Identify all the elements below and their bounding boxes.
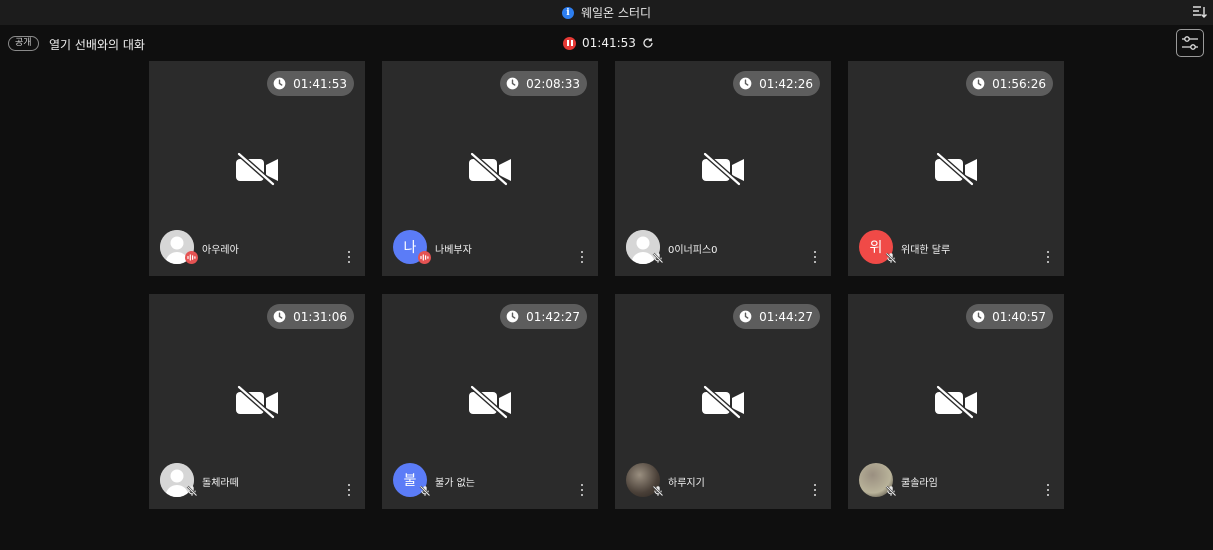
app-title-text: 웨일온 스터디 <box>580 6 652 20</box>
study-time: 01:40:57 <box>992 309 1046 324</box>
mic-muted-icon <box>652 252 663 263</box>
clock-icon <box>506 77 519 90</box>
study-time-pill: 02:08:33 <box>500 71 587 96</box>
more-vertical-icon[interactable] <box>812 250 818 264</box>
clock-icon <box>506 310 519 323</box>
muted-badge <box>884 251 897 264</box>
participant-tile[interactable]: 01:42:26 0이너피스0 <box>615 61 831 276</box>
app-title: i 웨일온 스터디 <box>561 4 652 21</box>
more-vertical-icon[interactable] <box>346 483 352 497</box>
speaking-icon <box>420 254 429 261</box>
participant-tile[interactable]: 02:08:33 나 나베부자 <box>382 61 598 276</box>
more-vertical-icon[interactable] <box>579 483 585 497</box>
participant-name: 0이너피스0 <box>668 245 718 256</box>
info-icon[interactable]: i <box>561 6 574 19</box>
participant-name: 아우레아 <box>202 245 239 256</box>
mic-muted-icon <box>652 485 663 496</box>
study-time: 01:44:27 <box>759 309 813 324</box>
study-time: 02:08:33 <box>526 76 580 91</box>
camera-off-icon <box>935 385 977 419</box>
mic-muted-icon <box>885 252 896 263</box>
participant-name: 불가 없는 <box>435 478 475 489</box>
study-time: 01:56:26 <box>992 76 1046 91</box>
more-vertical-icon[interactable] <box>1045 250 1051 264</box>
study-time-pill: 01:41:53 <box>267 71 354 96</box>
camera-off-icon <box>469 385 511 419</box>
study-time: 01:42:26 <box>759 76 813 91</box>
muted-badge <box>185 484 198 497</box>
clock-icon <box>739 310 752 323</box>
participant-tile[interactable]: 01:41:53 아우레아 <box>149 61 365 276</box>
study-time-pill: 01:56:26 <box>966 71 1053 96</box>
study-time: 01:31:06 <box>293 309 347 324</box>
public-badge: 공개 <box>8 36 39 51</box>
participant-name: 쿨솔라임 <box>901 478 938 489</box>
mic-muted-icon <box>186 485 197 496</box>
study-time: 01:41:53 <box>293 76 347 91</box>
speaking-badge <box>185 251 198 264</box>
camera-off-icon <box>702 385 744 419</box>
participant-tile[interactable]: 01:40:57 쿨솔라임 <box>848 294 1064 509</box>
participant-name: 위대한 달루 <box>901 245 951 256</box>
camera-off-icon <box>702 152 744 186</box>
settings-button[interactable] <box>1176 29 1204 57</box>
room-header: 공개 열기 선배와의 대화 01:41:53 <box>0 25 1213 61</box>
muted-badge <box>418 484 431 497</box>
speaking-badge <box>418 251 431 264</box>
participant-tile[interactable]: 01:31:06 돌체라떼 <box>149 294 365 509</box>
participant-name: 돌체라떼 <box>202 478 239 489</box>
session-timer: 01:41:53 <box>563 36 654 50</box>
more-vertical-icon[interactable] <box>346 250 352 264</box>
participant-tile[interactable]: 01:44:27 하루지기 <box>615 294 831 509</box>
muted-badge <box>651 484 664 497</box>
sort-icon <box>1193 6 1207 18</box>
participant-tile[interactable]: 01:42:27 불 불가 없는 <box>382 294 598 509</box>
sort-button[interactable] <box>1191 3 1209 21</box>
window-titlebar: i 웨일온 스터디 <box>0 0 1213 25</box>
more-vertical-icon[interactable] <box>579 250 585 264</box>
clock-icon <box>273 77 286 90</box>
participant-tile[interactable]: 01:56:26 위 위대한 달루 <box>848 61 1064 276</box>
more-vertical-icon[interactable] <box>812 483 818 497</box>
more-vertical-icon[interactable] <box>1045 483 1051 497</box>
study-time: 01:42:27 <box>526 309 580 324</box>
pause-icon[interactable] <box>563 36 576 50</box>
camera-off-icon <box>236 385 278 419</box>
study-time-pill: 01:31:06 <box>267 304 354 329</box>
study-time-pill: 01:44:27 <box>733 304 820 329</box>
sliders-icon <box>1182 36 1198 50</box>
participant-name: 나베부자 <box>435 245 472 256</box>
clock-icon <box>972 310 985 323</box>
room-title: 열기 선배와의 대화 <box>49 38 145 52</box>
clock-icon <box>739 77 752 90</box>
camera-off-icon <box>236 152 278 186</box>
participant-name: 하루지기 <box>668 478 705 489</box>
study-time-pill: 01:40:57 <box>966 304 1053 329</box>
clock-icon <box>972 77 985 90</box>
muted-badge <box>884 484 897 497</box>
muted-badge <box>651 251 664 264</box>
study-time-pill: 01:42:26 <box>733 71 820 96</box>
mic-muted-icon <box>885 485 896 496</box>
clock-icon <box>273 310 286 323</box>
camera-off-icon <box>469 152 511 186</box>
mic-muted-icon <box>419 485 430 496</box>
camera-off-icon <box>935 152 977 186</box>
study-time-pill: 01:42:27 <box>500 304 587 329</box>
speaking-icon <box>187 254 196 261</box>
refresh-icon[interactable] <box>642 37 654 49</box>
timer-text: 01:41:53 <box>582 36 636 50</box>
